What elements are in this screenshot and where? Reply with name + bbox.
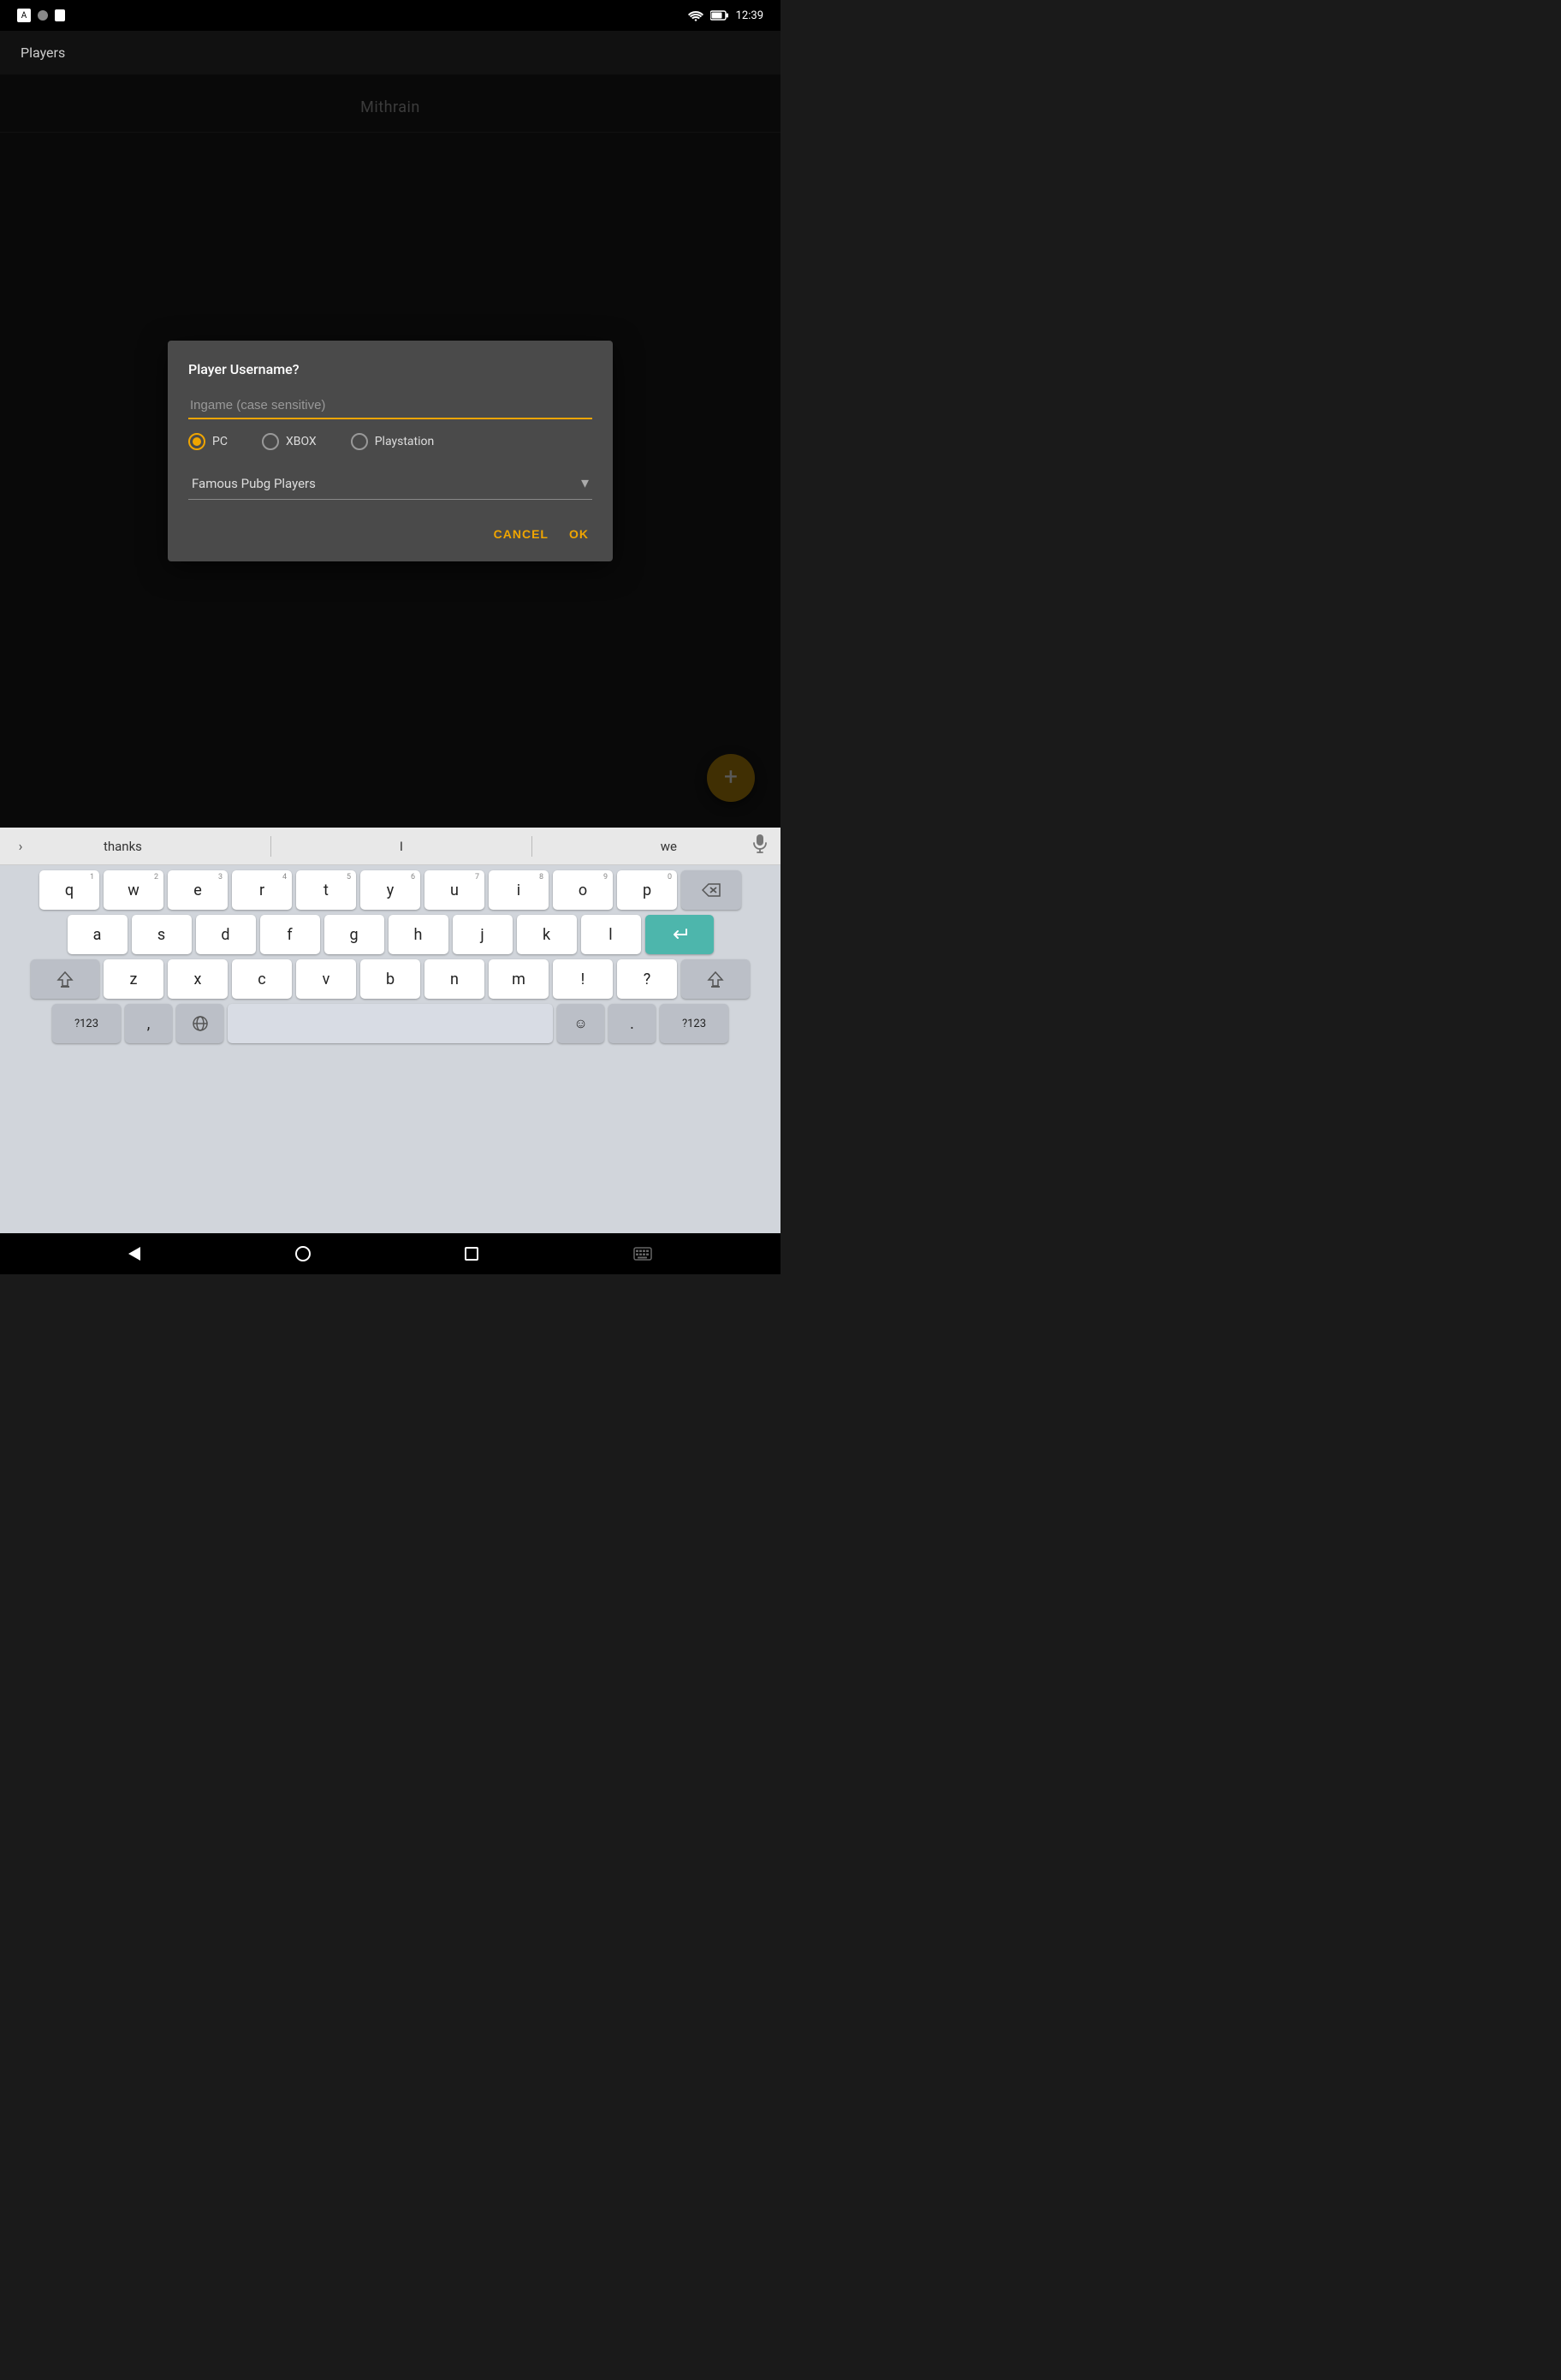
backspace-key[interactable] bbox=[681, 870, 741, 910]
divider bbox=[270, 836, 271, 857]
wifi-icon bbox=[688, 9, 703, 21]
key-w[interactable]: 2w bbox=[104, 870, 163, 910]
category-dropdown[interactable]: Famous Pubg Players ▾ bbox=[188, 467, 592, 500]
dialog-title: Player Username? bbox=[188, 361, 592, 377]
divider-2 bbox=[531, 836, 532, 857]
notification-a-icon: A bbox=[17, 9, 31, 22]
suggestions-bar: › thanks I we bbox=[0, 828, 780, 865]
key-f[interactable]: f bbox=[260, 915, 320, 954]
recents-button[interactable] bbox=[465, 1247, 478, 1261]
radio-pc-label: PC bbox=[212, 435, 228, 448]
status-icons-left: A bbox=[17, 9, 65, 22]
symbols-key-left[interactable]: ?123 bbox=[52, 1004, 121, 1043]
radio-pc[interactable]: PC bbox=[188, 433, 228, 450]
key-h[interactable]: h bbox=[389, 915, 448, 954]
ok-button[interactable]: OK bbox=[566, 520, 592, 548]
space-key[interactable] bbox=[228, 1004, 553, 1043]
radio-pc-circle bbox=[188, 433, 205, 450]
clock: 12:39 bbox=[736, 9, 763, 22]
key-r[interactable]: 4r bbox=[232, 870, 292, 910]
key-b[interactable]: b bbox=[360, 959, 420, 999]
key-n[interactable]: n bbox=[424, 959, 484, 999]
mic-icon[interactable] bbox=[746, 834, 774, 858]
keyboard-area: › thanks I we 1q 2w 3e 4r 5t 6y 7u bbox=[0, 828, 780, 1233]
key-c[interactable]: c bbox=[232, 959, 292, 999]
lock-icon bbox=[55, 9, 65, 21]
key-k[interactable]: k bbox=[517, 915, 577, 954]
key-s[interactable]: s bbox=[132, 915, 192, 954]
suggestion-i[interactable]: I bbox=[389, 835, 413, 858]
key-u[interactable]: 7u bbox=[424, 870, 484, 910]
key-g[interactable]: g bbox=[324, 915, 384, 954]
key-question[interactable]: ? bbox=[617, 959, 677, 999]
emoji-key[interactable]: ☺ bbox=[557, 1004, 604, 1043]
username-input[interactable] bbox=[188, 395, 592, 419]
key-j[interactable]: j bbox=[453, 915, 513, 954]
chevron-down-icon: ▾ bbox=[581, 474, 589, 492]
key-e[interactable]: 3e bbox=[168, 870, 228, 910]
radio-playstation-circle bbox=[351, 433, 368, 450]
suggestions-list: thanks I we bbox=[34, 835, 746, 858]
period-key[interactable]: . bbox=[608, 1004, 656, 1043]
shift-key-left[interactable] bbox=[31, 959, 99, 999]
main-content: Mithrain Player Username? PC XBOX bbox=[0, 74, 780, 828]
key-x[interactable]: x bbox=[168, 959, 228, 999]
key-p[interactable]: 0p bbox=[617, 870, 677, 910]
key-i[interactable]: 8i bbox=[489, 870, 549, 910]
dialog-input-wrapper bbox=[188, 395, 592, 419]
radio-xbox[interactable]: XBOX bbox=[262, 433, 317, 450]
nav-bar bbox=[0, 1233, 780, 1274]
key-exclaim[interactable]: ! bbox=[553, 959, 613, 999]
suggestion-we[interactable]: we bbox=[650, 835, 687, 858]
home-button[interactable] bbox=[295, 1246, 311, 1261]
symbols-key-right[interactable]: ?123 bbox=[660, 1004, 728, 1043]
status-icons-right: 12:39 bbox=[688, 9, 763, 22]
platform-radio-group: PC XBOX Playstation bbox=[188, 433, 592, 450]
key-t[interactable]: 5t bbox=[296, 870, 356, 910]
comma-key[interactable]: , bbox=[125, 1004, 172, 1043]
key-z[interactable]: z bbox=[104, 959, 163, 999]
keyboard-row-3: z x c v b n m ! ? bbox=[3, 959, 777, 999]
keyboard-row-1: 1q 2w 3e 4r 5t 6y 7u 8i 9o 0p bbox=[3, 870, 777, 910]
key-m[interactable]: m bbox=[489, 959, 549, 999]
keyboard-button[interactable] bbox=[633, 1247, 652, 1261]
app-title: Players bbox=[21, 45, 65, 61]
dialog: Player Username? PC XBOX Playstation bbox=[168, 341, 613, 561]
dialog-actions: CANCEL OK bbox=[188, 517, 592, 551]
dialog-overlay: Player Username? PC XBOX Playstation bbox=[0, 74, 780, 828]
keyboard-rows: 1q 2w 3e 4r 5t 6y 7u 8i 9o 0p a s d f g … bbox=[0, 865, 780, 1052]
suggestion-thanks[interactable]: thanks bbox=[93, 835, 152, 858]
dropdown-label: Famous Pubg Players bbox=[192, 476, 316, 491]
shift-key-right[interactable] bbox=[681, 959, 750, 999]
battery-icon bbox=[710, 10, 729, 21]
key-l[interactable]: l bbox=[581, 915, 641, 954]
radio-playstation[interactable]: Playstation bbox=[351, 433, 435, 450]
cancel-button[interactable]: CANCEL bbox=[490, 520, 552, 548]
radio-playstation-label: Playstation bbox=[375, 435, 435, 448]
globe-key[interactable] bbox=[176, 1004, 223, 1043]
status-bar: A 12:39 bbox=[0, 0, 780, 31]
keyboard-row-4: ?123 , ☺ . ?123 bbox=[3, 1004, 777, 1043]
app-bar: Players bbox=[0, 31, 780, 74]
radio-xbox-label: XBOX bbox=[286, 435, 317, 448]
key-a[interactable]: a bbox=[68, 915, 128, 954]
key-y[interactable]: 6y bbox=[360, 870, 420, 910]
radio-xbox-circle bbox=[262, 433, 279, 450]
expand-suggestions-button[interactable]: › bbox=[7, 838, 34, 854]
key-q[interactable]: 1q bbox=[39, 870, 99, 910]
keyboard-row-2: a s d f g h j k l bbox=[3, 915, 777, 954]
back-button[interactable] bbox=[128, 1247, 140, 1261]
key-o[interactable]: 9o bbox=[553, 870, 613, 910]
key-d[interactable]: d bbox=[196, 915, 256, 954]
enter-key[interactable] bbox=[645, 915, 714, 954]
circle-dot-icon bbox=[38, 10, 48, 21]
key-v[interactable]: v bbox=[296, 959, 356, 999]
